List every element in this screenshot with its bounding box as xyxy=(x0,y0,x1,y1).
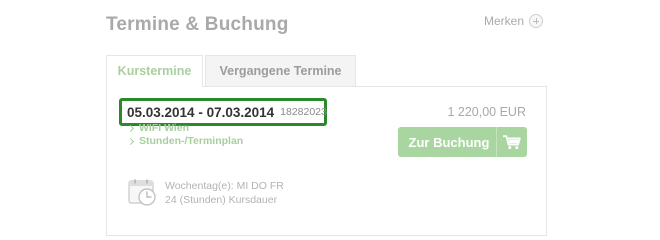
course-duration: 24 (Stunden) Kursdauer xyxy=(165,194,278,206)
calendar-clock-icon xyxy=(128,179,158,207)
tab-vergangene-termine[interactable]: Vergangene Termine xyxy=(205,55,356,86)
schedule-link-label: Stunden-/Terminplan xyxy=(139,135,244,147)
location-link-label: WIFI Wien xyxy=(139,122,190,134)
location-link[interactable]: WIFI Wien xyxy=(126,122,190,134)
merken-label: Merken xyxy=(484,14,525,28)
merken-button[interactable]: Merken xyxy=(484,14,544,28)
schedule-link[interactable]: Stunden-/Terminplan xyxy=(126,135,244,147)
tab-kurstermine[interactable]: Kurstermine xyxy=(106,55,203,87)
course-weekdays: Wochentag(e): MI DO FR xyxy=(165,180,284,192)
course-id: 18282023 xyxy=(280,106,327,118)
course-price: 1 220,00 EUR xyxy=(447,105,526,119)
chevron-right-icon xyxy=(126,137,135,145)
booking-button[interactable]: Zur Buchung xyxy=(398,127,527,157)
section-title: Termine & Buchung xyxy=(106,14,289,35)
plus-circle-icon[interactable] xyxy=(529,14,544,28)
chevron-right-icon xyxy=(126,124,135,132)
shopping-cart-icon xyxy=(497,127,527,157)
course-date-range: 05.03.2014 - 07.03.2014 xyxy=(127,104,275,120)
booking-button-label: Zur Buchung xyxy=(408,134,490,150)
